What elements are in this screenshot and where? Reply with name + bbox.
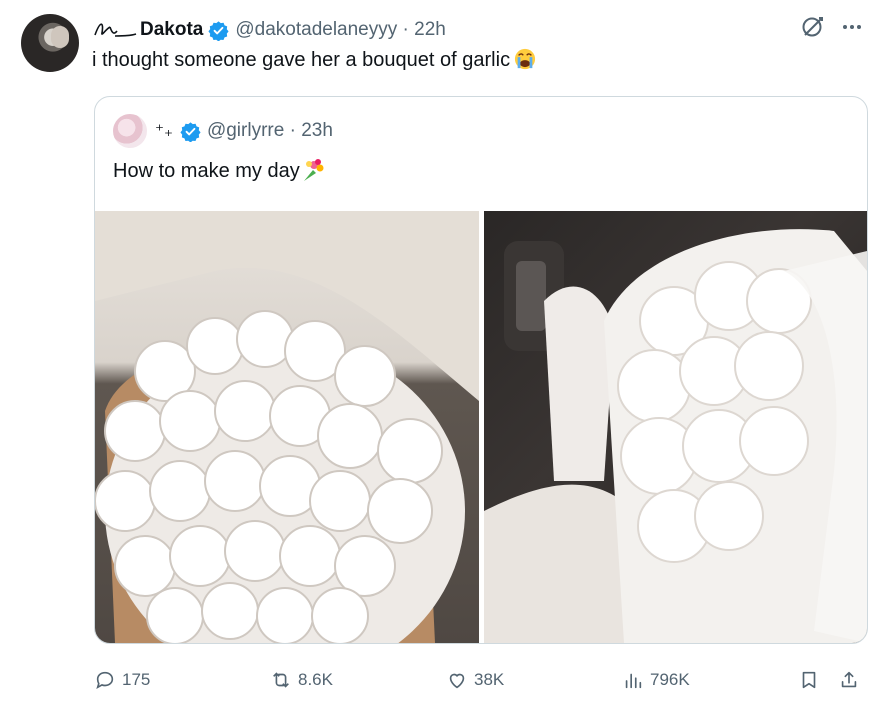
loudly-crying-face-icon <box>514 48 536 70</box>
tweet-time[interactable]: 22h <box>414 19 446 41</box>
quoted-text: How to make my day <box>113 157 326 185</box>
tweet-text: i thought someone gave her a bouquet of … <box>92 46 536 74</box>
tweet-body: i thought someone gave her a bouquet of … <box>92 49 511 71</box>
quoted-media <box>95 211 867 643</box>
verified-badge-icon <box>208 20 229 41</box>
bouquet-photo-1 <box>95 211 479 643</box>
separator-dot: · <box>397 19 415 40</box>
author-avatar[interactable] <box>21 14 79 72</box>
grok-icon[interactable] <box>800 14 826 40</box>
more-options-icon[interactable] <box>840 15 864 39</box>
reply-button[interactable]: 175 <box>94 664 150 696</box>
share-button[interactable] <box>838 664 860 696</box>
separator-dot: · <box>284 120 302 141</box>
share-icon <box>841 671 857 688</box>
tweet-actions-bar: 175 8.6K 38K 796K <box>94 664 868 696</box>
author-name[interactable]: Dakota <box>140 19 203 41</box>
signature-glyph <box>94 23 137 37</box>
reply-icon <box>96 671 114 690</box>
reply-count: 175 <box>122 670 151 689</box>
quoted-header: ⁺₊ @girlyrre · 23h <box>113 114 333 148</box>
top-actions <box>800 14 864 40</box>
repost-icon <box>273 672 289 688</box>
repost-button[interactable]: 8.6K <box>270 664 333 696</box>
bookmark-button[interactable] <box>798 664 820 696</box>
bouquet-icon <box>303 159 324 181</box>
quoted-tweet-card[interactable]: ⁺₊ @girlyrre · 23h How to make my day <box>94 96 868 644</box>
tweet-header: Dakota @dakotadelaneyyy · 22h <box>92 16 446 44</box>
quoted-avatar[interactable] <box>113 114 147 148</box>
repost-count: 8.6K <box>298 670 333 689</box>
quoted-time[interactable]: 23h <box>301 120 333 142</box>
analytics-icon <box>625 673 642 689</box>
author-handle[interactable]: @dakotadelaneyyy <box>235 19 397 41</box>
like-count: 38K <box>474 670 505 689</box>
views-count: 796K <box>650 670 690 689</box>
white-peony-bouquet-in-car[interactable] <box>484 211 867 643</box>
quoted-handle[interactable]: @girlyrre <box>207 120 284 142</box>
heart-icon <box>449 673 465 689</box>
verified-badge-icon <box>180 121 201 142</box>
views-button[interactable]: 796K <box>622 664 690 696</box>
white-peony-bouquet-on-table[interactable] <box>95 211 479 643</box>
like-button[interactable]: 38K <box>446 664 504 696</box>
quoted-body: How to make my day <box>113 160 300 182</box>
bouquet-photo-2 <box>484 229 867 643</box>
bookmark-icon <box>802 671 816 689</box>
quoted-name-mark[interactable]: ⁺₊ <box>155 121 173 141</box>
